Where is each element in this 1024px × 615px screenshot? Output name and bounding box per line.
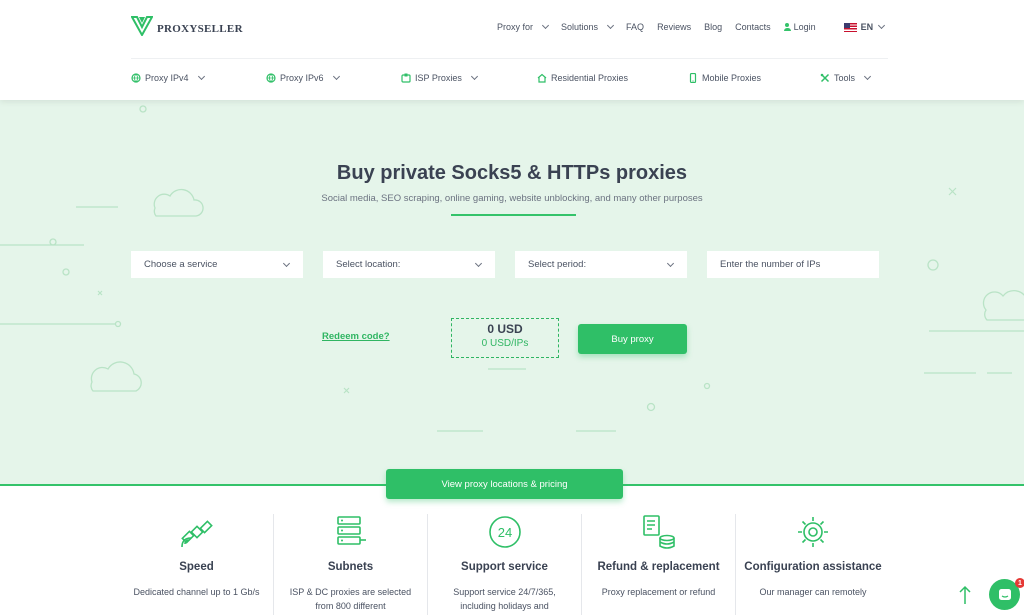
redeem-code-link[interactable]: Redeem code? xyxy=(322,331,390,342)
service-select-placeholder: Choose a service xyxy=(144,259,218,270)
nav-reviews[interactable]: Reviews xyxy=(657,22,691,32)
brand-logo[interactable]: PROXYSELLER xyxy=(131,16,243,36)
chevron-down-icon xyxy=(282,259,291,268)
feature-speed-text: Dedicated channel up to 1 Gb/s xyxy=(133,587,260,597)
hero-subtitle: Social media, SEO scraping, online gamin… xyxy=(321,193,703,204)
price-summary: 0 USD 0 USD/IPs xyxy=(451,318,559,358)
language-selector[interactable]: EN xyxy=(843,21,886,32)
view-pricing-button[interactable]: View proxy locations & pricing xyxy=(386,469,623,499)
header-divider xyxy=(131,58,888,59)
subnav-proxy-ipv6[interactable]: Proxy IPv6 xyxy=(266,72,340,83)
scroll-to-top-icon[interactable] xyxy=(958,585,972,605)
nav-blog[interactable]: Blog xyxy=(704,22,722,32)
us-flag-icon xyxy=(843,22,857,32)
feature-support: 24 Support service Support service 24/7/… xyxy=(428,514,582,615)
feature-support-title: Support service xyxy=(461,561,548,573)
hero-section: Buy private Socks5 & HTTPs proxies Socia… xyxy=(0,100,1024,484)
chevron-down-icon xyxy=(470,72,478,81)
chevron-down-icon xyxy=(863,72,872,81)
chat-icon xyxy=(998,588,1011,600)
buy-proxy-button[interactable]: Buy proxy xyxy=(578,324,687,354)
mobile-icon xyxy=(689,73,697,83)
nav-proxy-for-label: Proxy for xyxy=(497,22,534,32)
chevron-down-icon xyxy=(666,259,675,268)
isp-icon xyxy=(401,73,411,83)
location-select[interactable]: Select location: xyxy=(323,251,495,278)
ip-count-placeholder: Enter the number of IPs xyxy=(720,259,821,270)
hero-title: Buy private Socks5 & HTTPs proxies xyxy=(336,162,688,184)
user-icon xyxy=(783,23,791,31)
feature-refund-title: Refund & replacement xyxy=(597,561,720,573)
top-navigation: Proxy for Solutions FAQ Reviews Blog Con… xyxy=(497,21,897,32)
chevron-down-icon xyxy=(607,21,615,30)
nav-solutions[interactable]: Solutions xyxy=(561,21,615,32)
subnav-mobile-proxies[interactable]: Mobile Proxies xyxy=(688,73,761,83)
feature-speed: Speed Dedicated channel up to 1 Gb/s xyxy=(120,514,274,615)
subnav-proxy-ipv4[interactable]: Proxy IPv4 xyxy=(131,72,205,83)
login-label: Login xyxy=(793,22,816,32)
chevron-down-icon xyxy=(541,21,550,30)
gear-icon xyxy=(798,517,828,547)
satellite-icon xyxy=(180,520,213,548)
chevron-down-icon xyxy=(332,72,340,81)
subnav-proxy-ipv6-label: Proxy IPv6 xyxy=(280,73,324,83)
subnav-tools[interactable]: Tools xyxy=(820,72,872,83)
nav-solutions-label: Solutions xyxy=(561,22,599,32)
language-label: EN xyxy=(860,22,874,32)
chevron-down-icon xyxy=(474,259,483,268)
ip-count-input[interactable]: Enter the number of IPs xyxy=(707,251,879,278)
location-select-placeholder: Select location: xyxy=(336,259,401,270)
subnav-proxy-ipv4-label: Proxy IPv4 xyxy=(145,73,189,83)
feature-configuration: Configuration assistance Our manager can… xyxy=(736,514,890,615)
subnav-mobile-label: Mobile Proxies xyxy=(702,73,762,83)
refund-icon xyxy=(642,515,675,549)
subnav-residential-proxies[interactable]: Residential Proxies xyxy=(537,73,628,83)
period-select-placeholder: Select period: xyxy=(528,259,587,270)
nav-faq[interactable]: FAQ xyxy=(626,22,644,32)
tools-icon xyxy=(820,73,830,83)
feature-refund: Refund & replacement Proxy replacement o… xyxy=(582,514,736,615)
support-24-icon: 24 xyxy=(488,516,521,548)
background-decoration xyxy=(0,105,1024,432)
feature-configuration-title: Configuration assistance xyxy=(744,561,882,573)
feature-speed-title: Speed xyxy=(179,561,214,573)
feature-configuration-text: Our manager can remotely xyxy=(759,587,867,597)
subnav-isp-proxies[interactable]: ISP Proxies xyxy=(401,72,478,83)
site-header: PROXYSELLER Proxy for Solutions FAQ Revi… xyxy=(0,0,1024,100)
chevron-down-icon xyxy=(878,21,886,30)
servers-icon xyxy=(336,516,366,545)
feature-subnets: Subnets ISP & DC proxies are selected fr… xyxy=(274,514,428,615)
globe-icon xyxy=(131,73,141,83)
feature-refund-text: Proxy replacement or refund xyxy=(601,587,716,597)
globe-icon xyxy=(266,73,276,83)
total-price: 0 USD xyxy=(487,322,523,336)
logo-icon xyxy=(131,16,153,36)
service-select[interactable]: Choose a service xyxy=(131,251,303,278)
period-select[interactable]: Select period: xyxy=(515,251,687,278)
svg-text:24: 24 xyxy=(497,525,511,540)
feature-subnets-title: Subnets xyxy=(327,561,374,573)
price-per-ip: 0 USD/IPs xyxy=(481,338,529,349)
feature-support-text: Support service 24/7/365, including holi… xyxy=(453,587,556,611)
home-icon xyxy=(537,73,547,83)
feature-subnets-text: ISP & DC proxies are selected from 800 d… xyxy=(289,587,412,611)
subnav-tools-label: Tools xyxy=(834,73,856,83)
subnav-residential-label: Residential Proxies xyxy=(551,73,629,83)
subnav-isp-proxies-label: ISP Proxies xyxy=(415,73,462,83)
login-link[interactable]: Login xyxy=(783,22,816,32)
nav-proxy-for[interactable]: Proxy for xyxy=(497,21,550,32)
chevron-down-icon xyxy=(197,72,205,81)
brand-name: PROXYSELLER xyxy=(157,23,243,35)
chat-notification-badge: 1 xyxy=(1015,578,1024,588)
nav-contacts[interactable]: Contacts xyxy=(735,22,771,32)
title-underline xyxy=(451,214,576,216)
